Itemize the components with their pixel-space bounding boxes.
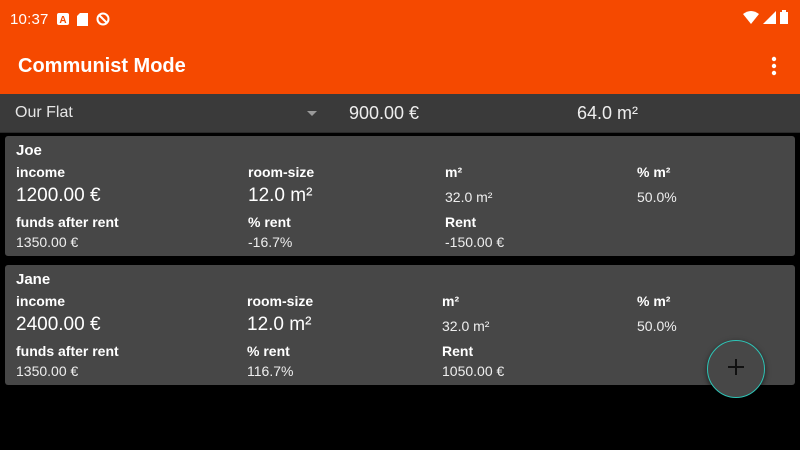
person-name: Joe bbox=[16, 142, 42, 159]
room-size-value: 12.0 m² bbox=[247, 314, 312, 335]
m2-value: 32.0 m² bbox=[445, 189, 493, 205]
funds-after-rent-label: funds after rent bbox=[16, 343, 119, 359]
income-value: 1200.00 € bbox=[16, 185, 101, 206]
do-not-disturb-icon bbox=[96, 12, 110, 26]
flat-total-size: 64.0 m² bbox=[577, 103, 639, 123]
app-title: Communist Mode bbox=[18, 54, 186, 77]
pct-m2-label: % m² bbox=[637, 293, 671, 309]
bottom-edge bbox=[0, 446, 800, 450]
flat-selector[interactable]: Our Flat bbox=[0, 94, 326, 132]
pct-m2-value: 50.0% bbox=[637, 318, 677, 334]
flat-summary-row: Our Flat 900.00 € 64.0 m² bbox=[0, 94, 800, 133]
income-label: income bbox=[16, 164, 66, 180]
funds-after-rent-value: 1350.00 € bbox=[16, 234, 79, 250]
person-name: Jane bbox=[16, 271, 51, 288]
add-person-button[interactable] bbox=[707, 340, 765, 398]
chevron-down-icon bbox=[307, 111, 317, 116]
pct-rent-label: % rent bbox=[247, 343, 290, 359]
rent-value: 1050.00 € bbox=[442, 363, 505, 379]
pct-rent-label: % rent bbox=[248, 214, 291, 230]
rent-label: Rent bbox=[445, 214, 477, 230]
person-card[interactable]: Joe income 1200.00 € room-size 12.0 m² m… bbox=[5, 136, 795, 256]
svg-text:A: A bbox=[59, 15, 66, 25]
flat-total-rent: 900.00 € bbox=[349, 103, 420, 123]
m2-label: m² bbox=[442, 293, 460, 309]
signal-icon bbox=[763, 10, 776, 28]
status-bar: 10:37 A bbox=[0, 0, 800, 38]
app-bar: Communist Mode bbox=[0, 38, 800, 94]
funds-after-rent-label: funds after rent bbox=[16, 214, 119, 230]
person-card[interactable]: Jane income 2400.00 € room-size 12.0 m² … bbox=[5, 265, 795, 385]
rent-value: -150.00 € bbox=[445, 234, 505, 250]
wifi-icon bbox=[743, 10, 759, 28]
m2-value: 32.0 m² bbox=[442, 318, 490, 334]
flat-name: Our Flat bbox=[15, 104, 73, 121]
pct-m2-label: % m² bbox=[637, 164, 671, 180]
income-label: income bbox=[16, 293, 66, 309]
room-size-label: room-size bbox=[247, 293, 314, 309]
pct-rent-value: -16.7% bbox=[248, 234, 293, 250]
a-icon: A bbox=[56, 13, 69, 25]
rent-label: Rent bbox=[442, 343, 474, 359]
sd-card-icon bbox=[76, 12, 88, 26]
pct-rent-value: 116.7% bbox=[247, 363, 294, 379]
room-size-value: 12.0 m² bbox=[248, 185, 313, 206]
m2-label: m² bbox=[445, 164, 463, 180]
app-screen: 10:37 A Communist Mode Our Flat 900.00 €… bbox=[0, 0, 800, 450]
income-value: 2400.00 € bbox=[16, 314, 101, 335]
funds-after-rent-value: 1350.00 € bbox=[16, 363, 79, 379]
room-size-label: room-size bbox=[248, 164, 315, 180]
battery-icon bbox=[780, 10, 788, 28]
more-vert-icon[interactable] bbox=[762, 46, 786, 86]
pct-m2-value: 50.0% bbox=[637, 189, 677, 205]
plus-icon bbox=[728, 358, 744, 380]
status-time: 10:37 bbox=[10, 10, 49, 28]
